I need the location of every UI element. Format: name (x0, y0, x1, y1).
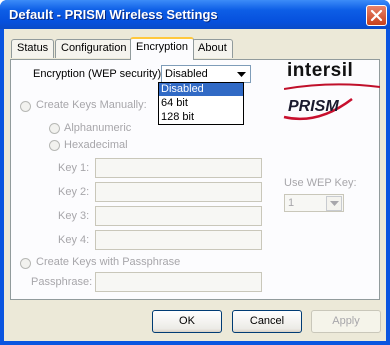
tab-label: Status (17, 42, 49, 54)
key-4-field[interactable] (95, 230, 262, 250)
create-keys-passphrase-radio[interactable] (20, 258, 31, 269)
create-keys-manually-label: Create Keys Manually: (36, 99, 147, 111)
alphanumeric-radio[interactable] (49, 123, 60, 134)
key-2-label: Key 2: (58, 186, 90, 198)
use-wep-key-select[interactable]: 1 (284, 194, 344, 212)
apply-label: Apply (332, 315, 360, 327)
chevron-down-icon (233, 67, 249, 82)
create-keys-manually-radio[interactable] (20, 101, 31, 112)
key-3-field[interactable] (95, 206, 262, 226)
key-2-field[interactable] (95, 182, 262, 202)
intersil-swoosh-icon (284, 83, 380, 90)
window-title: Default - PRISM Wireless Settings (9, 7, 218, 22)
tab-label: Configuration (61, 42, 127, 54)
alphanumeric-label: Alphanumeric (64, 122, 132, 134)
encryption-dropdown-list: Disabled 64 bit 128 bit (158, 82, 244, 125)
title-bar[interactable]: Default - PRISM Wireless Settings (0, 0, 390, 29)
dropdown-option-disabled[interactable]: Disabled (159, 83, 243, 96)
hexadecimal-radio[interactable] (49, 140, 60, 151)
tab-configuration[interactable]: Configuration (55, 39, 133, 58)
tab-status[interactable]: Status (11, 39, 55, 58)
tab-encryption[interactable]: Encryption (130, 37, 194, 60)
encryption-select-value: Disabled (165, 68, 208, 80)
key-1-label: Key 1: (58, 162, 90, 174)
cancel-button[interactable]: Cancel (232, 310, 302, 333)
close-icon (370, 9, 383, 22)
prism-logo: PRISM (288, 98, 339, 116)
prism-logo-text: PRISM (288, 98, 339, 115)
ok-label: OK (179, 315, 195, 327)
key-3-label: Key 3: (58, 210, 90, 222)
passphrase-field[interactable] (95, 272, 262, 292)
cancel-label: Cancel (249, 315, 285, 327)
chevron-down-icon (326, 196, 342, 211)
tab-label: About (198, 42, 227, 54)
apply-button[interactable]: Apply (311, 310, 381, 333)
dropdown-option-64bit[interactable]: 64 bit (159, 97, 243, 110)
intersil-logo: intersil (287, 60, 353, 82)
key-1-field[interactable] (95, 158, 262, 178)
encryption-select[interactable]: Disabled (161, 65, 251, 83)
hexadecimal-label: Hexadecimal (64, 139, 128, 151)
passphrase-label: Passphrase: (31, 276, 93, 288)
encryption-label: Encryption (WEP security): (33, 68, 165, 80)
use-wep-key-value: 1 (288, 197, 295, 209)
create-keys-passphrase-label: Create Keys with Passphrase (36, 256, 181, 268)
use-wep-key-label: Use WEP Key: (284, 177, 357, 189)
dropdown-option-128bit[interactable]: 128 bit (159, 111, 243, 124)
ok-button[interactable]: OK (152, 310, 222, 333)
close-button[interactable] (366, 5, 387, 26)
key-4-label: Key 4: (58, 234, 90, 246)
tab-about[interactable]: About (192, 39, 233, 58)
intersil-logo-text: intersil (287, 60, 354, 81)
tab-label: Encryption (136, 41, 188, 53)
